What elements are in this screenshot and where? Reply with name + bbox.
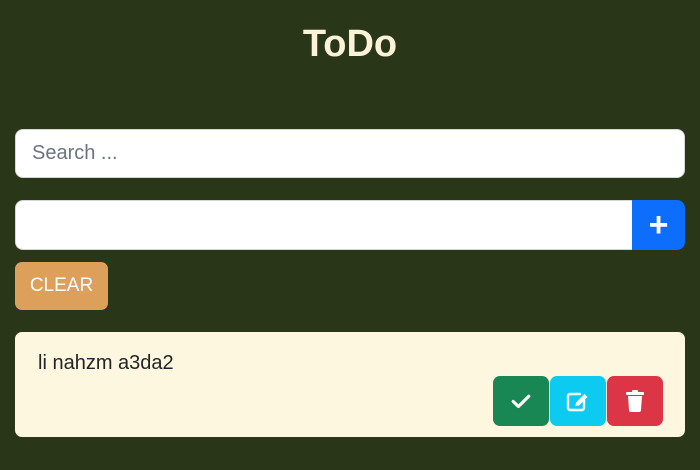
todo-actions <box>493 376 663 426</box>
trash-icon <box>625 389 645 413</box>
edit-todo-button[interactable] <box>550 376 606 426</box>
new-todo-input[interactable] <box>15 200 632 250</box>
complete-todo-button[interactable] <box>493 376 549 426</box>
todo-text: li nahzm a3da2 <box>38 352 174 374</box>
page-title: ToDo <box>302 23 398 65</box>
clear-button[interactable]: CLEAR <box>15 262 108 310</box>
check-icon <box>510 390 532 412</box>
edit-icon <box>565 389 591 413</box>
search-input[interactable] <box>15 129 685 178</box>
todo-app: ToDo + CLEAR li nahzm a3da2 <box>0 0 700 470</box>
delete-todo-button[interactable] <box>607 376 663 426</box>
todo-item: li nahzm a3da2 <box>15 332 685 437</box>
plus-icon: + <box>648 206 669 244</box>
add-todo-row: + <box>15 200 685 250</box>
add-todo-button[interactable]: + <box>632 200 685 250</box>
